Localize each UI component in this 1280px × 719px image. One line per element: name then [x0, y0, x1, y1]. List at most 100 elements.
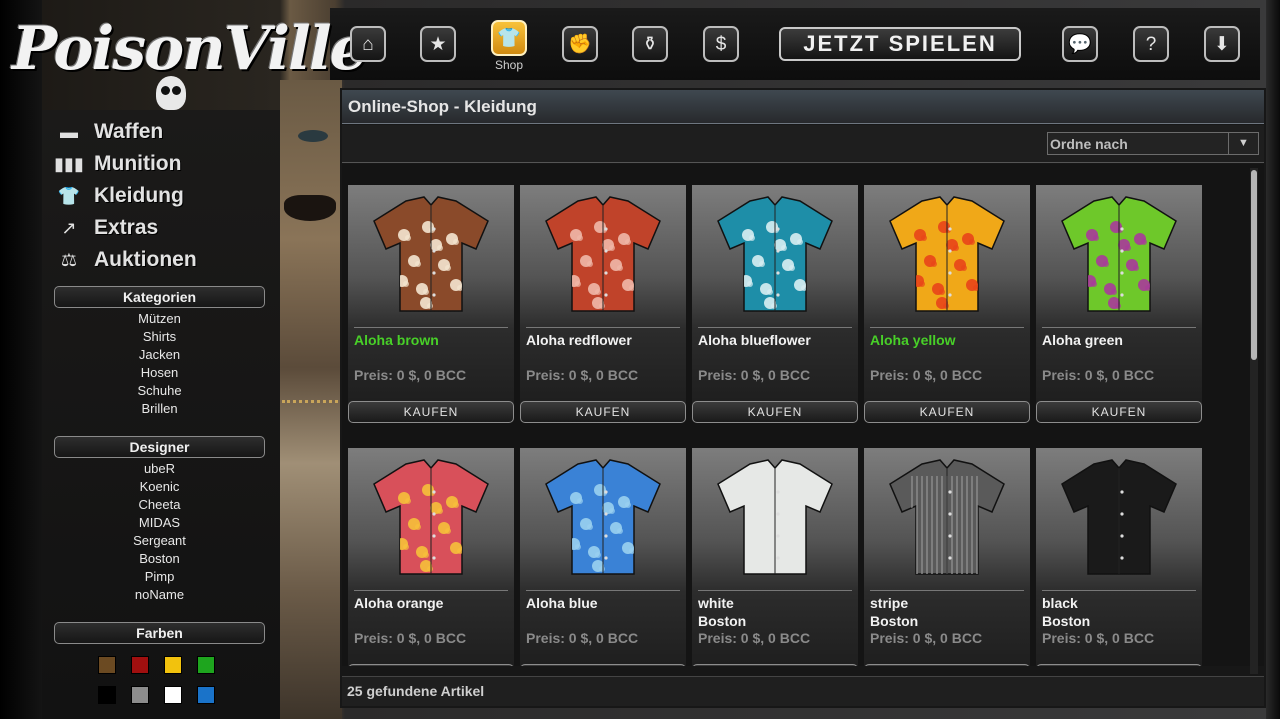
shirt-nav-button[interactable]: 👕 [491, 20, 527, 56]
category-link[interactable]: Mützen [54, 310, 265, 328]
home-icon: ⌂ [362, 33, 374, 55]
designer-link[interactable]: Koenic [54, 478, 265, 496]
shirt-image[interactable] [538, 456, 668, 578]
shirt-image[interactable] [1054, 456, 1184, 578]
gavel-icon: ⚖ [60, 249, 78, 270]
product-price: Preis: 0 $, 0 BCC [354, 630, 467, 646]
color-swatch[interactable] [98, 656, 116, 674]
product-card[interactable]: white BostonPreis: 0 $, 0 BCC KAUFEN [692, 448, 858, 666]
buy-button[interactable]: KAUFEN [520, 664, 686, 666]
app-logo[interactable]: PoisonVille [6, 6, 368, 114]
color-swatch[interactable] [131, 656, 149, 674]
scrollbar-thumb[interactable] [1251, 170, 1257, 360]
product-brand: Boston [870, 613, 919, 629]
color-swatch[interactable] [197, 656, 215, 674]
product-card[interactable]: stripe BostonPreis: 0 $, 0 BCC KAUFEN [864, 448, 1030, 666]
product-title: Aloha blueflower [698, 332, 811, 348]
download-icon: ⬇ [1214, 33, 1230, 55]
colors-header: Farben [54, 622, 265, 644]
color-swatch[interactable] [98, 686, 116, 704]
designer-link[interactable]: Cheeta [54, 496, 265, 514]
product-name: Aloha green [1042, 331, 1123, 349]
sidebar-item-extras[interactable]: ↗ Extras [56, 214, 158, 242]
designer-header: Designer [54, 436, 265, 458]
sidebar-item-munition[interactable]: ▮▮▮ Munition [54, 150, 181, 178]
category-link[interactable]: Brillen [54, 400, 265, 418]
shirt-image[interactable] [710, 193, 840, 315]
shirt-image[interactable] [366, 456, 496, 578]
chat-nav-button[interactable]: 💬 [1062, 26, 1098, 62]
sidebar-item-waffen[interactable]: ▬ Waffen [56, 118, 163, 146]
designer-list: ubeR Koenic Cheeta MIDAS Sergeant Boston Pimp n… [54, 460, 265, 604]
category-link[interactable]: Shirts [54, 328, 265, 346]
designer-link[interactable]: Sergeant [54, 532, 265, 550]
shirt-image[interactable] [538, 193, 668, 315]
product-card[interactable]: Aloha yellow Preis: 0 $, 0 BCC KAUFEN [864, 185, 1030, 423]
shirt-image[interactable] [710, 456, 840, 578]
star-nav-button[interactable]: ★ [420, 26, 456, 62]
product-name: Aloha blueflower [698, 331, 811, 349]
product-card[interactable]: Aloha redflower Preis: 0 $, 0 BCC KAUFEN [520, 185, 686, 423]
product-title: Aloha blue [526, 595, 598, 611]
shirt-icon: 👕 [57, 185, 81, 206]
help-icon: ? [1145, 33, 1157, 55]
category-link[interactable]: Jacken [54, 346, 265, 364]
product-card[interactable]: Aloha blue Preis: 0 $, 0 BCC KAUFEN [520, 448, 686, 666]
product-name: Aloha orange [354, 594, 443, 612]
buy-button[interactable]: KAUFEN [1036, 401, 1202, 423]
category-link[interactable]: Schuhe [54, 382, 265, 400]
bottles-nav-button[interactable]: ⚱ [632, 26, 668, 62]
product-price: Preis: 0 $, 0 BCC [870, 630, 983, 646]
color-swatch[interactable] [164, 686, 182, 704]
home-nav-button[interactable]: ⌂ [350, 26, 386, 62]
designer-link[interactable]: Boston [54, 550, 265, 568]
product-price: Preis: 0 $, 0 BCC [698, 630, 811, 646]
ammo-icon: ▮▮▮ [54, 153, 84, 174]
color-swatch[interactable] [164, 656, 182, 674]
buy-button[interactable]: KAUFEN [864, 664, 1030, 666]
designer-link[interactable]: MIDAS [54, 514, 265, 532]
product-price: Preis: 0 $, 0 BCC [526, 630, 639, 646]
buy-button[interactable]: KAUFEN [692, 664, 858, 666]
color-swatch[interactable] [197, 686, 215, 704]
chevron-down-icon[interactable]: ▼ [1228, 133, 1258, 154]
product-name: Aloha redflower [526, 331, 632, 349]
fist-nav-button[interactable]: ✊ [562, 26, 598, 62]
product-card[interactable]: Aloha brown Preis: 0 $, 0 BCC KAUFEN [348, 185, 514, 423]
sidebar-item-kleidung[interactable]: 👕 Kleidung [56, 182, 184, 210]
play-now-button[interactable]: JETZT SPIELEN [779, 27, 1021, 61]
buy-button[interactable]: KAUFEN [348, 401, 514, 423]
product-title: Aloha brown [354, 332, 439, 348]
shirt-image[interactable] [882, 456, 1012, 578]
product-title: Aloha yellow [870, 332, 956, 348]
buy-button[interactable]: KAUFEN [1036, 664, 1202, 666]
shirt-image[interactable] [1054, 193, 1184, 315]
product-card[interactable]: Aloha orange Preis: 0 $, 0 BCC KAUFEN [348, 448, 514, 666]
buy-button[interactable]: KAUFEN [520, 401, 686, 423]
help-nav-button[interactable]: ? [1133, 26, 1169, 62]
card-divider [354, 327, 508, 328]
fist-icon: ✊ [568, 33, 592, 55]
sort-dropdown[interactable]: Ordne nach ▼ [1047, 132, 1259, 155]
product-price: Preis: 0 $, 0 BCC [1042, 367, 1155, 383]
product-title: black [1042, 595, 1078, 611]
buy-button[interactable]: KAUFEN [692, 401, 858, 423]
buy-button[interactable]: KAUFEN [348, 664, 514, 666]
download-nav-button[interactable]: ⬇ [1204, 26, 1240, 62]
buy-button[interactable]: KAUFEN [864, 401, 1030, 423]
dollar-nav-button[interactable]: $ [703, 26, 739, 62]
shirt-image[interactable] [366, 193, 496, 315]
product-card[interactable]: black BostonPreis: 0 $, 0 BCC KAUFEN [1036, 448, 1202, 666]
card-divider [1042, 590, 1196, 591]
designer-link[interactable]: Pimp [54, 568, 265, 586]
category-link[interactable]: Hosen [54, 364, 265, 382]
color-swatch[interactable] [131, 686, 149, 704]
designer-link[interactable]: ubeR [54, 460, 265, 478]
product-grid: Aloha brown Preis: 0 $, 0 BCC KAUFEN Aloha… [342, 164, 1264, 666]
product-card[interactable]: Aloha blueflower Preis: 0 $, 0 BCC KAUFEN [692, 185, 858, 423]
sidebar-item-auktionen[interactable]: ⚖ Auktionen [56, 246, 197, 274]
product-card[interactable]: Aloha green Preis: 0 $, 0 BCC KAUFEN [1036, 185, 1202, 423]
shirt-image[interactable] [882, 193, 1012, 315]
designer-link[interactable]: noName [54, 586, 265, 604]
product-name: Aloha yellow [870, 331, 956, 349]
